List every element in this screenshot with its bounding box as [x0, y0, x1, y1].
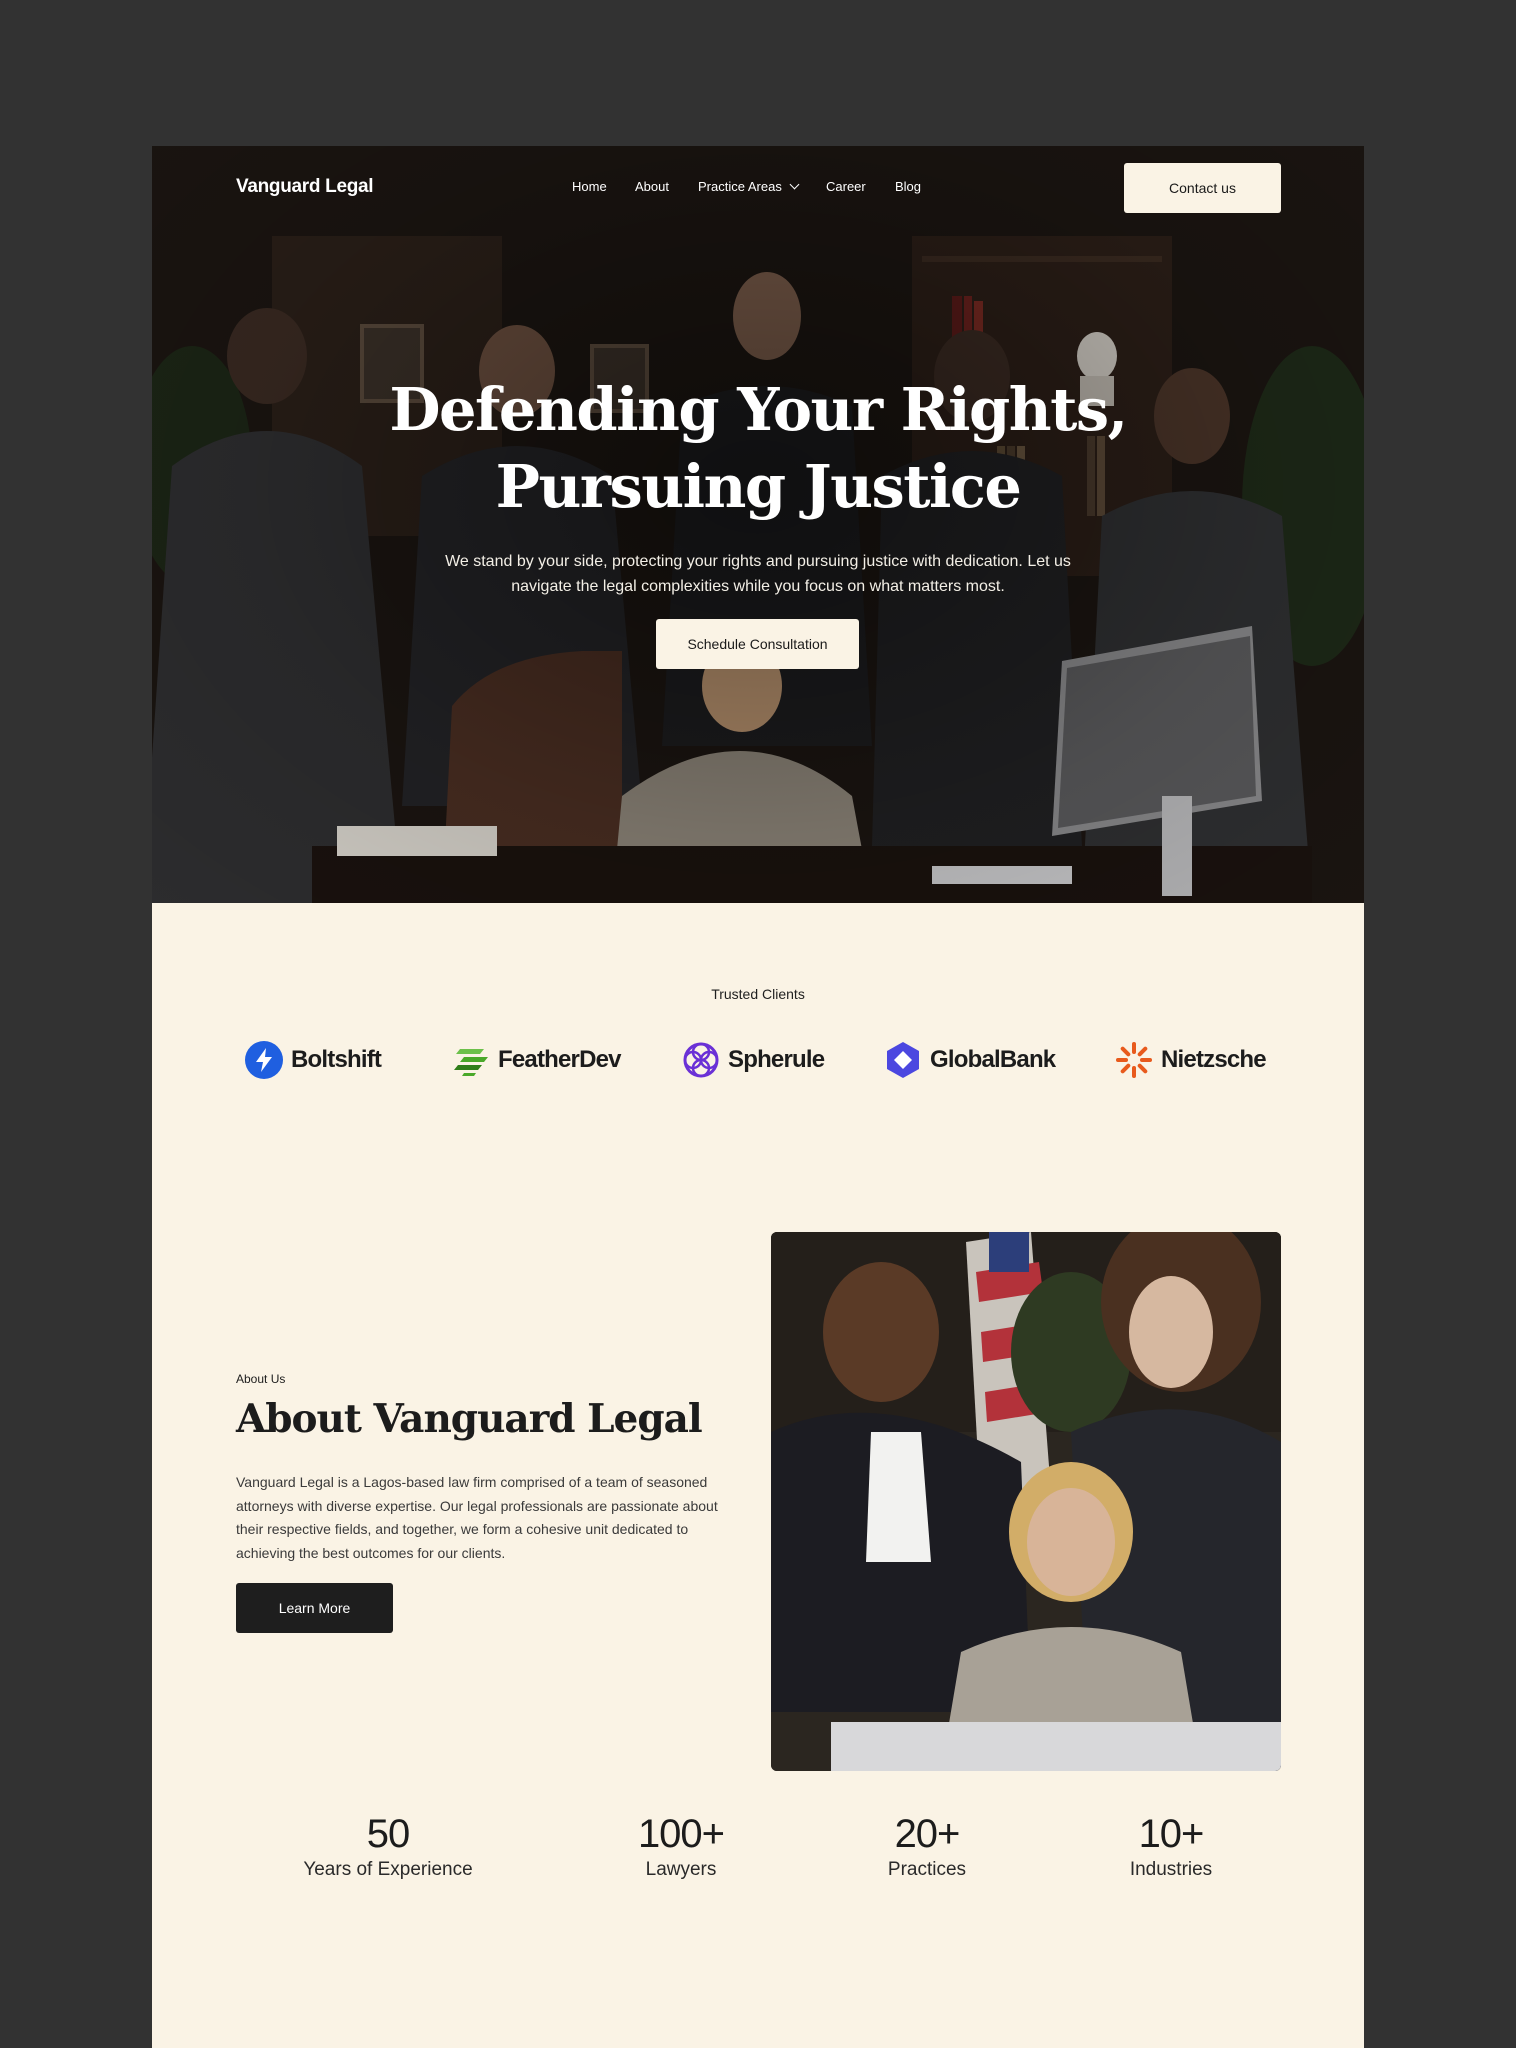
client-name: Nietzsche [1161, 1046, 1267, 1073]
stat-label: Industries [1129, 1859, 1213, 1880]
nav-link-blog[interactable]: Blog [895, 179, 921, 194]
stat-value: 100+ [637, 1812, 725, 1856]
about-description-line: attorneys with diverse expertise. Our le… [236, 1497, 718, 1514]
about-title: About Vanguard Legal [236, 1396, 703, 1442]
stat-practices: 20+ Practices [837, 1811, 1017, 1883]
hero-section: Vanguard Legal Home About Practice Areas… [152, 146, 1364, 903]
brand-logo[interactable]: Vanguard Legal [236, 176, 374, 198]
about-description-line: Vanguard Legal is a Lagos-based law firm… [236, 1474, 708, 1490]
about-description: Vanguard Legal is a Lagos-based law firm… [236, 1471, 736, 1565]
about-description-line: their respective fields, and together, w… [236, 1521, 689, 1537]
client-logos: Boltshift FeatherDev Spherule GlobalBank… [152, 1030, 1364, 1090]
nav-link-about[interactable]: About [635, 179, 669, 194]
hero-subtitle: We stand by your side, protecting your r… [432, 549, 1084, 599]
nav-link-practice-areas[interactable]: Practice Areas [698, 179, 800, 194]
client-logo-boltshift: Boltshift [245, 1030, 382, 1090]
about-description-line: achieving the best outcomes for our clie… [236, 1544, 506, 1561]
stat-years: 50 Years of Experience [298, 1811, 478, 1883]
hero-title: Defending Your Rights, Pursuing Justice [152, 371, 1364, 525]
bolt-icon [245, 1041, 283, 1079]
hero-subtitle-line-2: navigate the legal complexities while yo… [511, 578, 1005, 595]
page-container: Vanguard Legal Home About Practice Areas… [152, 146, 1364, 2048]
stat-label: Years of Experience [303, 1859, 473, 1880]
trusted-clients-label: Trusted Clients [711, 986, 805, 1002]
stat-label: Lawyers [645, 1859, 717, 1880]
client-name: FeatherDev [498, 1046, 622, 1073]
about-photo-illustration [771, 1232, 1281, 1771]
client-logo-featherdev: FeatherDev [452, 1030, 622, 1090]
schedule-consultation-button[interactable]: Schedule Consultation [656, 619, 859, 669]
client-name: GlobalBank [930, 1046, 1056, 1073]
client-name: Boltshift [291, 1046, 382, 1073]
client-logo-spherule: Spherule [682, 1030, 825, 1090]
client-logo-nietzsche: Nietzsche [1115, 1030, 1267, 1090]
contact-us-button[interactable]: Contact us [1124, 163, 1281, 213]
nav-link-practice-areas-label: Practice Areas [698, 179, 782, 194]
nav-link-career[interactable]: Career [826, 179, 866, 194]
stat-label: Practices [887, 1859, 967, 1880]
about-team-photo [771, 1232, 1281, 1771]
hero-subtitle-line-1: We stand by your side, protecting your r… [445, 553, 1071, 570]
hexagon-icon [887, 1042, 919, 1078]
feather-icon [454, 1049, 488, 1076]
hero-title-line-2: Pursuing Justice [495, 452, 1022, 521]
stat-value: 20+ [894, 1812, 961, 1856]
nav-link-home[interactable]: Home [572, 179, 607, 194]
stat-value: 50 [366, 1812, 411, 1856]
stat-lawyers: 100+ Lawyers [591, 1811, 771, 1883]
sunburst-icon [1116, 1042, 1152, 1078]
sphere-icon [683, 1042, 719, 1078]
learn-more-button[interactable]: Learn More [236, 1583, 393, 1633]
top-navigation: Vanguard Legal Home About Practice Areas… [152, 146, 1364, 230]
stat-value: 10+ [1138, 1812, 1205, 1856]
about-eyebrow: About Us [236, 1372, 286, 1386]
hero-title-line-1: Defending Your Rights, [389, 375, 1128, 444]
stat-industries: 10+ Industries [1081, 1811, 1261, 1883]
chevron-down-icon [789, 179, 800, 190]
client-name: Spherule [728, 1046, 825, 1073]
client-logo-globalbank: GlobalBank [884, 1030, 1056, 1090]
